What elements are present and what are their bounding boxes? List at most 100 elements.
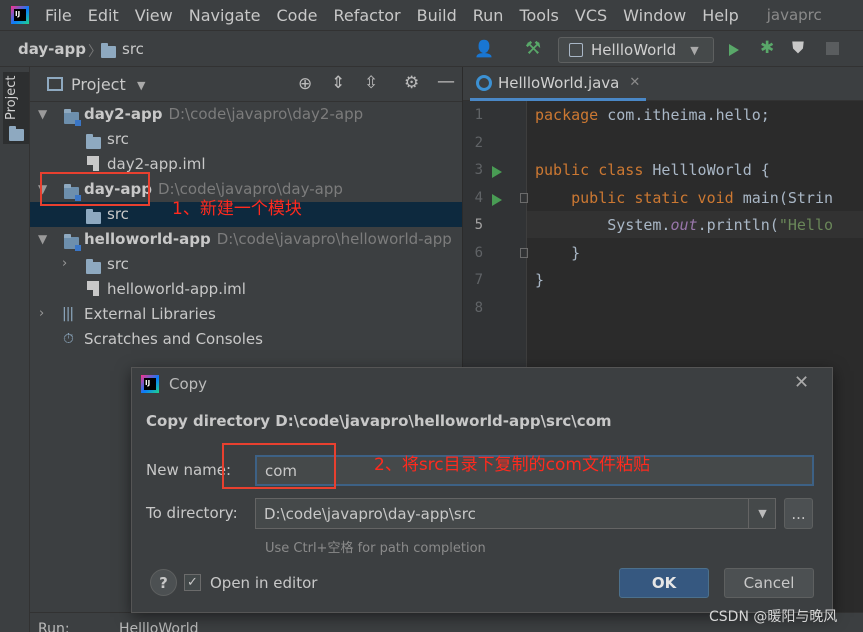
to-directory-label: To directory:	[146, 504, 238, 522]
tree-item-iml[interactable]: helloworld-app.iml	[30, 277, 462, 302]
scratches-icon: ⏱	[63, 331, 74, 347]
menu-navigate[interactable]: Navigate	[181, 6, 269, 25]
source-folder-icon	[86, 134, 101, 153]
line-number: 6	[474, 245, 483, 261]
line-number: 3	[474, 162, 483, 178]
line-number: 2	[474, 135, 483, 151]
config-icon	[569, 43, 583, 57]
collapse-all-icon[interactable]: ⇳	[364, 73, 378, 93]
menu-run[interactable]: Run	[465, 6, 512, 25]
breadcrumb-src[interactable]: src	[122, 40, 144, 58]
menu-vcs[interactable]: VCS	[567, 6, 615, 25]
annotation-box-step1	[40, 172, 150, 206]
code-line-6: }	[535, 244, 581, 262]
tool-window-stripe	[0, 67, 30, 632]
ok-button[interactable]: OK	[619, 568, 709, 598]
line-number: 5	[474, 217, 483, 233]
menu-bar: IJ File Edit View Navigate Code Refactor…	[0, 0, 863, 30]
browse-button[interactable]: ...	[784, 498, 813, 529]
tree-item-helloworld-app[interactable]: ▼ helloworld-app D:\code\javapro\hellowor…	[30, 227, 462, 252]
tree-item-external-libraries[interactable]: › ||| External Libraries	[30, 302, 462, 327]
run-gutter-icon[interactable]	[492, 192, 502, 210]
to-directory-input[interactable]: D:\code\javapro\day-app\src	[255, 498, 776, 529]
module-folder-icon	[64, 234, 81, 253]
source-folder-icon	[86, 259, 101, 278]
new-name-label: New name:	[146, 461, 232, 479]
menu-window[interactable]: Window	[615, 6, 694, 25]
run-panel-label[interactable]: Run:	[38, 621, 70, 632]
iml-file-icon	[87, 279, 99, 297]
chevron-down-icon: ▼	[690, 43, 699, 57]
tree-item-label: helloworld-app.iml	[107, 280, 246, 298]
tree-item-day2-app[interactable]: ▼ day2-app D:\code\javapro\day2-app	[30, 102, 462, 127]
iml-file-icon	[87, 154, 99, 172]
window-project-title: javaprc	[766, 6, 822, 24]
watermark: CSDN @暖阳与晚风	[709, 609, 838, 625]
project-panel-title[interactable]: Project	[71, 75, 126, 94]
expand-all-icon[interactable]: ⇕	[331, 73, 345, 93]
menu-build[interactable]: Build	[409, 6, 465, 25]
tree-item-label: Scratches and Consoles	[84, 330, 263, 348]
code-line-3: public class HellloWorld {	[535, 161, 770, 179]
menu-code[interactable]: Code	[269, 6, 326, 25]
menu-edit[interactable]: Edit	[80, 6, 127, 25]
close-icon[interactable]: ✕	[629, 75, 640, 90]
menu-tools[interactable]: Tools	[511, 6, 566, 25]
open-in-editor-checkbox[interactable]: ✓	[184, 574, 201, 591]
editor-tab[interactable]: HellloWorld.java ✕	[470, 67, 647, 101]
tree-item-label: day2-app.iml	[107, 155, 206, 173]
code-line-4: public static void main(Strin	[571, 189, 834, 207]
tree-item-label: src	[107, 255, 129, 273]
help-button[interactable]: ?	[150, 569, 177, 596]
tree-item-scratches[interactable]: ⏱ Scratches and Consoles	[30, 327, 462, 352]
tree-item-label: helloworld-app	[84, 230, 211, 248]
user-icon[interactable]: 👤	[474, 39, 494, 58]
run-configuration-label: HellloWorld	[591, 41, 677, 59]
tree-item-label: External Libraries	[84, 305, 216, 323]
project-stripe-label[interactable]: Project	[4, 76, 19, 120]
debug-icon[interactable]: ✱	[760, 38, 774, 58]
to-directory-value: D:\code\javapro\day-app\src	[264, 504, 476, 523]
folder-icon	[101, 43, 116, 62]
java-class-icon	[476, 74, 492, 91]
stop-icon[interactable]	[826, 42, 839, 55]
fold-icon[interactable]	[520, 193, 528, 203]
line-number: 8	[474, 300, 483, 316]
breadcrumb-root[interactable]: day-app	[18, 40, 86, 58]
fold-icon[interactable]	[520, 248, 528, 258]
code-line-1: package com.itheima.hello;	[535, 106, 770, 124]
build-hammer-icon[interactable]: ⚒	[525, 38, 541, 59]
module-folder-icon	[64, 109, 81, 128]
annotation-step1: 1、新建一个模块	[172, 199, 302, 219]
code-line-7: }	[535, 271, 545, 289]
menu-file[interactable]: File	[37, 6, 80, 25]
intellij-logo-icon: IJ	[11, 6, 29, 24]
chevron-down-icon[interactable]: ▼	[748, 499, 776, 528]
chevron-down-icon: ▼	[38, 232, 48, 246]
menu-refactor[interactable]: Refactor	[325, 6, 408, 25]
chevron-down-icon[interactable]: ▼	[137, 79, 145, 92]
tree-item-src[interactable]: › src	[30, 252, 462, 277]
locate-icon[interactable]: ⊕	[298, 74, 312, 94]
annotation-box-step2	[222, 443, 336, 489]
intellij-logo-icon: IJ	[141, 375, 159, 393]
menu-help[interactable]: Help	[694, 6, 746, 25]
run-gutter-icon[interactable]	[492, 164, 502, 182]
gear-icon[interactable]: ⚙	[404, 73, 419, 93]
cancel-button[interactable]: Cancel	[724, 568, 814, 598]
editor-tab-label: HellloWorld.java	[498, 73, 620, 92]
open-in-editor-label[interactable]: Open in editor	[210, 574, 317, 592]
run-configuration-select[interactable]: HellloWorld ▼	[558, 37, 714, 63]
tree-item-path: D:\code\javapro\helloworld-app	[216, 230, 452, 248]
menu-view[interactable]: View	[127, 6, 181, 25]
path-completion-hint: Use Ctrl+空格 for path completion	[265, 541, 486, 556]
coverage-icon[interactable]: ⛊	[792, 38, 804, 58]
breadcrumb-separator-icon: 〉	[88, 44, 102, 60]
run-icon[interactable]	[729, 42, 739, 60]
tree-item-label: src	[107, 205, 129, 223]
run-panel-config[interactable]: HellloWorld	[119, 621, 199, 632]
close-icon[interactable]: ✕	[794, 372, 809, 393]
hide-icon[interactable]: —	[437, 71, 455, 92]
project-stripe-icon	[9, 126, 24, 145]
tree-item-src[interactable]: src	[30, 127, 462, 152]
